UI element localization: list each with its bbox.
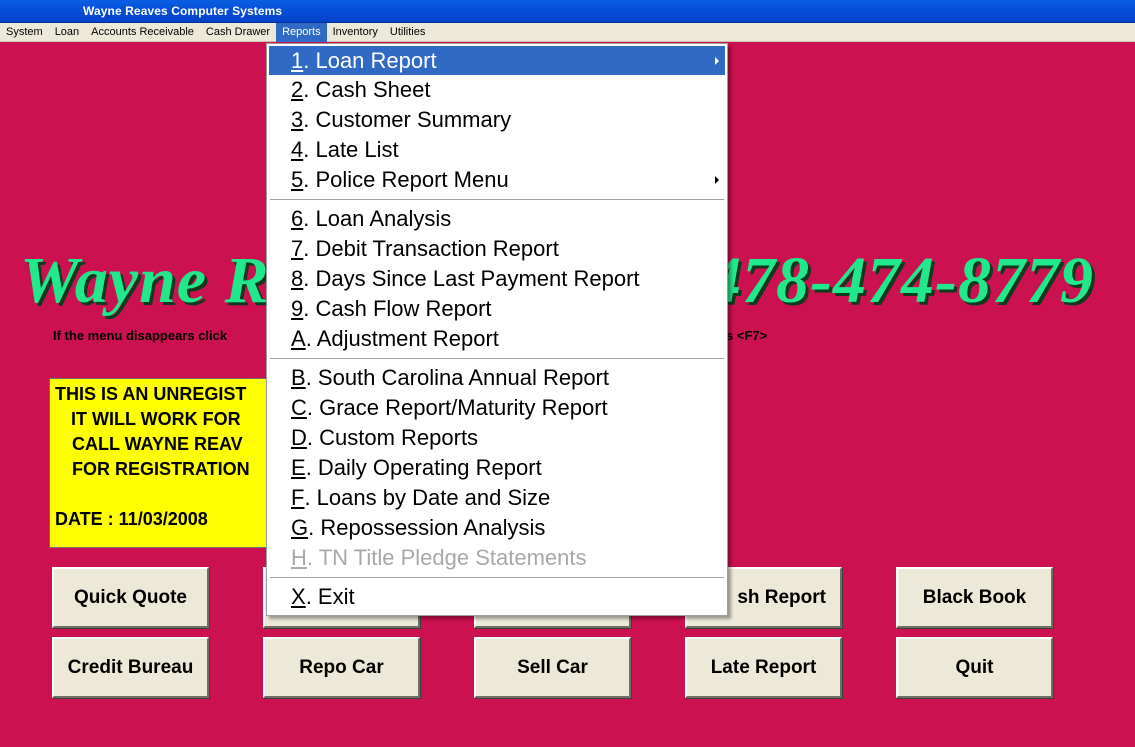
menu-item-label: . Adjustment Report: [305, 325, 499, 351]
late-report-button[interactable]: Late Report: [685, 637, 842, 698]
menu-item-label: . Loans by Date and Size: [304, 484, 551, 510]
menu-item-label: . Cash Flow Report: [303, 295, 492, 321]
menu-item-cash-flow-report[interactable]: 9. Cash Flow Report: [269, 294, 725, 323]
menu-separator: [270, 358, 724, 360]
menu-item-accelerator: F: [291, 484, 305, 510]
menu-item-loan-analysis[interactable]: 6. Loan Analysis: [269, 204, 725, 233]
menu-item-label: . TN Title Pledge Statements: [306, 544, 587, 570]
menu-item-label: . Custom Reports: [306, 424, 479, 450]
submenu-arrow-icon: [715, 176, 719, 184]
menu-hint-text: If the menu disappears click: [53, 328, 228, 343]
menu-separator: [270, 199, 724, 201]
menu-item-accelerator: 2: [291, 76, 304, 102]
company-phone-banner: 478-474-8779: [708, 244, 1094, 317]
registration-line: FOR REGISTRATION: [72, 459, 250, 479]
menu-item-daily-operating-report[interactable]: E. Daily Operating Report: [269, 453, 725, 482]
menu-item-accelerator: H: [291, 544, 307, 570]
sell-car-button[interactable]: Sell Car: [474, 637, 631, 698]
repo-car-button[interactable]: Repo Car: [263, 637, 420, 698]
menu-item-cash-sheet[interactable]: 2. Cash Sheet: [269, 75, 725, 104]
menu-utilities[interactable]: Utilities: [384, 23, 431, 42]
menu-item-accelerator: 8: [291, 265, 304, 291]
menu-inventory[interactable]: Inventory: [327, 23, 384, 42]
menu-item-accelerator: B: [291, 364, 306, 390]
menu-item-tn-title-pledge-statements: H. TN Title Pledge Statements: [269, 543, 725, 572]
menu-item-south-carolina-annual-report[interactable]: B. South Carolina Annual Report: [269, 363, 725, 392]
menu-item-accelerator: 6: [291, 205, 304, 231]
menu-item-police-report-menu[interactable]: 5. Police Report Menu: [269, 165, 725, 194]
credit-bureau-button[interactable]: Credit Bureau: [52, 637, 209, 698]
black-book-button[interactable]: Black Book: [896, 567, 1053, 628]
menu-item-accelerator: 7: [291, 235, 304, 261]
menu-item-accelerator: 1: [291, 47, 304, 73]
menu-bar: System Loan Accounts Receivable Cash Dra…: [0, 22, 1135, 42]
menu-item-label: . Repossession Analysis: [308, 514, 546, 540]
reports-dropdown-menu: 1. Loan Report 2. Cash Sheet 3. Customer…: [266, 43, 728, 616]
menu-cash-drawer[interactable]: Cash Drawer: [200, 23, 276, 42]
menu-item-label: . Grace Report/Maturity Report: [306, 394, 608, 420]
menu-item-accelerator: X: [291, 583, 306, 609]
menu-item-label: . Debit Transaction Report: [303, 235, 559, 261]
menu-item-label: . Cash Sheet: [303, 76, 431, 102]
menu-item-accelerator: 4: [291, 136, 304, 162]
registration-line: THIS IS AN UNREGIST: [55, 384, 247, 404]
menu-item-label: . Daily Operating Report: [305, 454, 542, 480]
menu-item-customer-summary[interactable]: 3. Customer Summary: [269, 105, 725, 134]
quit-button[interactable]: Quit: [896, 637, 1053, 698]
menu-item-adjustment-report[interactable]: A. Adjustment Report: [269, 324, 725, 353]
menu-item-accelerator: A: [291, 325, 306, 351]
menu-item-accelerator: 3: [291, 106, 304, 132]
menu-item-accelerator: C: [291, 394, 307, 420]
menu-loan[interactable]: Loan: [49, 23, 85, 42]
menu-item-label: . Days Since Last Payment Report: [303, 265, 640, 291]
menu-item-accelerator: 9: [291, 295, 304, 321]
menu-item-accelerator: 5: [291, 166, 304, 192]
registration-notice: THIS IS AN UNREGIST IT WILL WORK FOR CAL…: [49, 378, 274, 548]
menu-item-label: . Customer Summary: [303, 106, 512, 132]
menu-item-days-since-last-payment-report[interactable]: 8. Days Since Last Payment Report: [269, 264, 725, 293]
menu-system[interactable]: System: [0, 23, 49, 42]
quick-quote-button[interactable]: Quick Quote: [52, 567, 209, 628]
menu-item-loans-by-date-and-size[interactable]: F. Loans by Date and Size: [269, 483, 725, 512]
title-bar: Wayne Reaves Computer Systems: [0, 0, 1135, 23]
menu-item-loan-report[interactable]: 1. Loan Report: [269, 46, 725, 75]
menu-item-accelerator: E: [291, 454, 306, 480]
menu-accounts-receivable[interactable]: Accounts Receivable: [85, 23, 200, 42]
menu-item-accelerator: G: [291, 514, 309, 540]
window-title: Wayne Reaves Computer Systems: [83, 4, 283, 18]
menu-item-label: . Loan Analysis: [303, 205, 452, 231]
menu-item-label: . Late List: [303, 136, 399, 162]
menu-item-custom-reports[interactable]: D. Custom Reports: [269, 423, 725, 452]
registration-date: DATE : 11/03/2008: [55, 509, 208, 529]
menu-separator: [270, 577, 724, 579]
menu-item-grace-maturity-report[interactable]: C. Grace Report/Maturity Report: [269, 393, 725, 422]
menu-item-label: . Police Report Menu: [303, 166, 509, 192]
menu-reports[interactable]: Reports: [276, 22, 327, 42]
menu-item-exit[interactable]: X. Exit: [269, 582, 725, 611]
menu-item-label: . South Carolina Annual Report: [305, 364, 609, 390]
menu-item-late-list[interactable]: 4. Late List: [269, 135, 725, 164]
company-name-banner: Wayne R: [20, 244, 270, 317]
registration-line: CALL WAYNE REAV: [72, 434, 243, 454]
menu-item-label: . Exit: [305, 583, 355, 609]
menu-item-debit-transaction-report[interactable]: 7. Debit Transaction Report: [269, 234, 725, 263]
menu-item-repossession-analysis[interactable]: G. Repossession Analysis: [269, 513, 725, 542]
menu-item-label: . Loan Report: [303, 47, 437, 73]
submenu-arrow-icon: [715, 57, 719, 65]
registration-line: IT WILL WORK FOR: [71, 409, 241, 429]
menu-item-accelerator: D: [291, 424, 307, 450]
menu-hint-shortcut: s <F7>: [726, 328, 768, 343]
